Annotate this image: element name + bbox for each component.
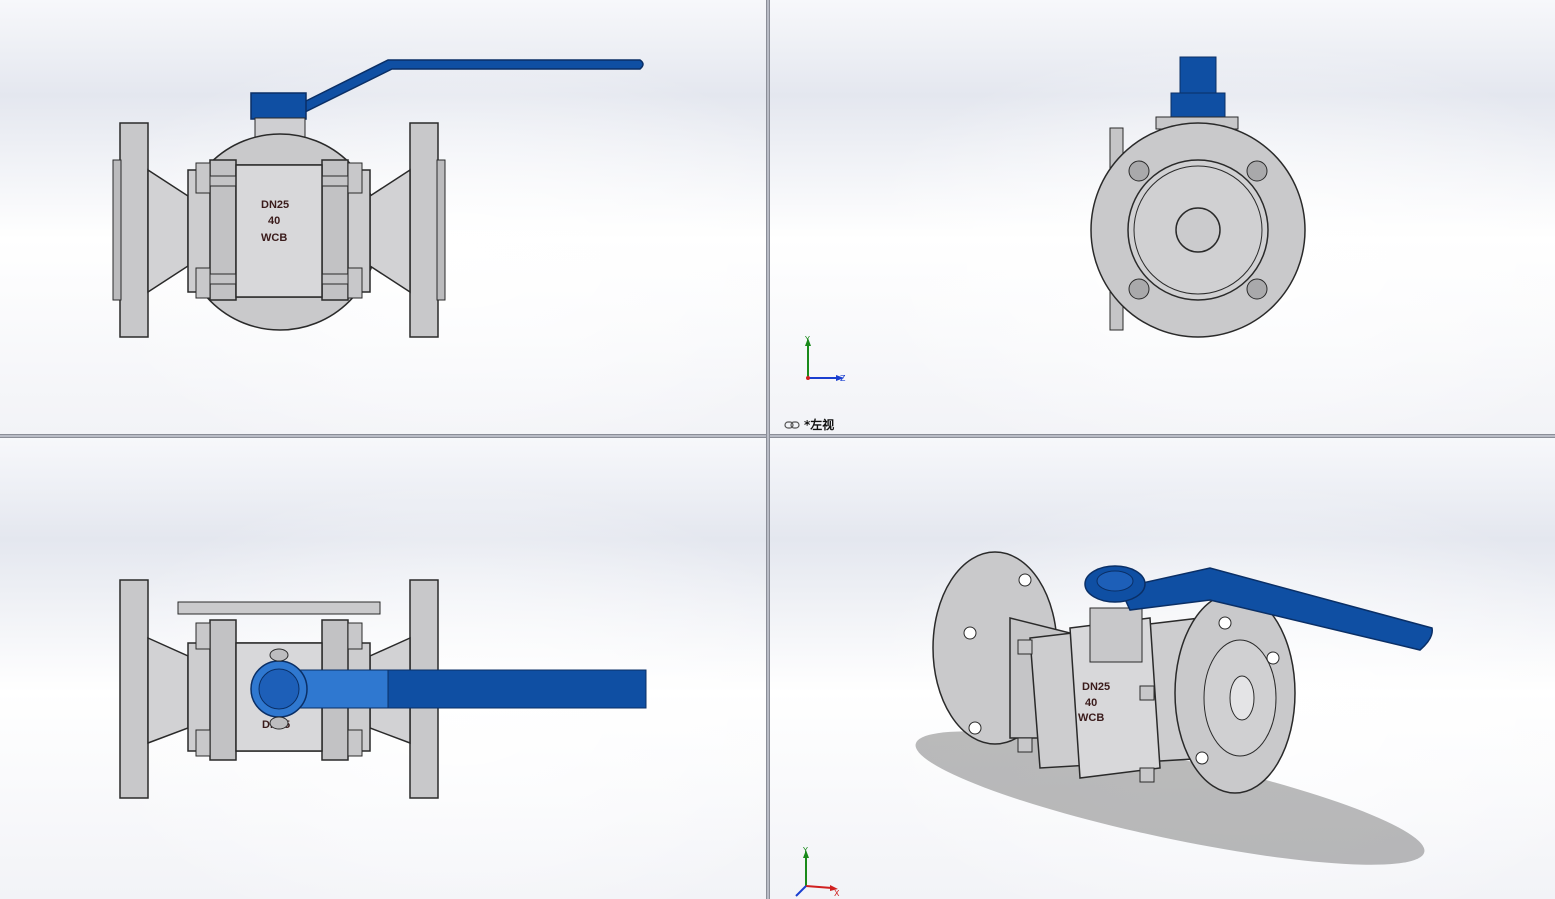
triad-z-label: Z bbox=[840, 374, 846, 383]
viewport-top[interactable]: DN25 bbox=[0, 438, 766, 899]
iso-triad-x-label: X bbox=[834, 889, 840, 898]
iso-marking-material: WCB bbox=[1078, 712, 1104, 724]
iso-triad-y-label: Y bbox=[802, 846, 808, 855]
valve-front-model[interactable]: DN25 40 WCB bbox=[0, 0, 766, 434]
vertical-viewport-splitter[interactable] bbox=[766, 0, 770, 899]
axis-triad: Y Z bbox=[804, 335, 846, 383]
viewport-left[interactable]: Y Z *左视 bbox=[770, 0, 1555, 434]
horizontal-viewport-splitter[interactable] bbox=[0, 434, 1555, 438]
body-marking-pressure: 40 bbox=[268, 215, 280, 227]
body-marking-material: WCB bbox=[261, 232, 287, 244]
link-icon bbox=[784, 420, 800, 429]
triad-y-label: Y bbox=[804, 335, 810, 344]
viewport-front[interactable]: DN25 40 WCB bbox=[0, 0, 766, 434]
valve-isometric-model[interactable]: DN25 40 WCB bbox=[770, 438, 1555, 899]
valve-top-model[interactable]: DN25 bbox=[0, 438, 766, 899]
iso-marking-size: DN25 bbox=[1082, 681, 1110, 693]
iso-marking-pressure: 40 bbox=[1085, 697, 1097, 709]
view-orientation-label[interactable]: *左视 bbox=[784, 416, 834, 433]
viewport-isometric[interactable]: DN25 40 WCB Y X bbox=[770, 438, 1555, 899]
body-marking-size: DN25 bbox=[261, 199, 289, 211]
axis-triad-iso: Y X bbox=[795, 846, 840, 898]
valve-left-model[interactable] bbox=[770, 0, 1555, 434]
view-name-text: *左视 bbox=[804, 418, 835, 432]
